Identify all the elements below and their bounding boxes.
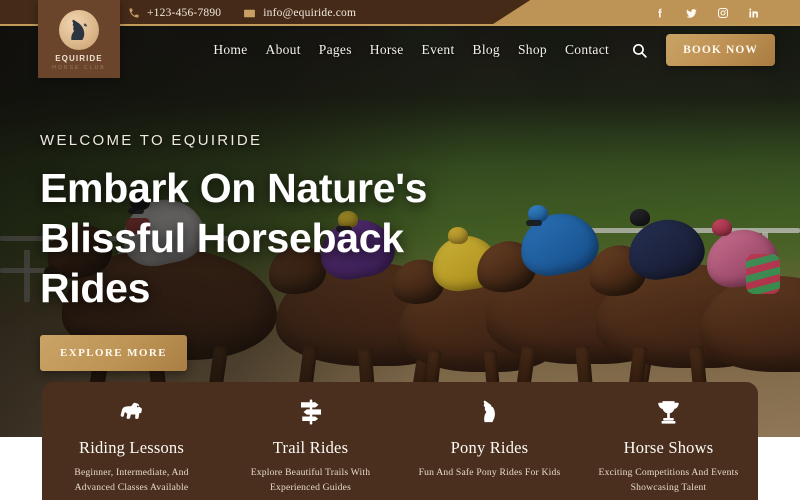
top-contact-bar: +123-456-7890 info@equiride.com bbox=[0, 0, 800, 26]
nav-item-horse[interactable]: Horse bbox=[370, 42, 404, 58]
feature-card-horse-shows[interactable]: Horse Shows Exciting Competitions And Ev… bbox=[579, 396, 758, 500]
feature-description: Fun And Safe Pony Rides For Kids bbox=[418, 467, 561, 478]
nav-item-about[interactable]: About bbox=[266, 42, 301, 58]
instagram-icon[interactable] bbox=[717, 7, 729, 19]
logo-brand-name: EQUIRIDE bbox=[55, 53, 103, 63]
nav-item-event[interactable]: Event bbox=[422, 42, 455, 58]
nav-links-group: Home About Pages Horse Event Blog Shop C… bbox=[213, 42, 609, 58]
nav-item-blog[interactable]: Blog bbox=[473, 42, 500, 58]
feature-card-trail-rides[interactable]: Trail Rides Explore Beautiful Trails Wit… bbox=[221, 396, 400, 500]
horse-head-icon bbox=[59, 9, 99, 50]
contact-info-group: +123-456-7890 info@equiride.com bbox=[128, 0, 356, 26]
hero-headline: Embark On Nature's Blissful Horseback Ri… bbox=[40, 165, 428, 312]
phone-number: +123-456-7890 bbox=[147, 7, 222, 19]
linkedin-icon[interactable] bbox=[748, 7, 760, 19]
phone-icon bbox=[128, 7, 140, 19]
logo-tagline: HORSE CLUB bbox=[52, 64, 106, 71]
nav-item-pages[interactable]: Pages bbox=[319, 42, 352, 58]
feature-card-riding-lessons[interactable]: Riding Lessons Beginner, Intermediate, A… bbox=[42, 396, 221, 500]
site-logo[interactable]: EQUIRIDE HORSE CLUB bbox=[38, 0, 120, 78]
envelope-icon bbox=[243, 7, 256, 20]
nav-item-contact[interactable]: Contact bbox=[565, 42, 609, 58]
search-icon[interactable] bbox=[631, 42, 648, 59]
horse-icon bbox=[116, 396, 148, 428]
book-now-button[interactable]: BOOK NOW bbox=[666, 34, 775, 66]
landing-page: +123-456-7890 info@equiride.com EQUIRIDE… bbox=[0, 0, 800, 500]
signpost-icon bbox=[296, 396, 326, 428]
feature-description: Explore Beautiful Trails With Experience… bbox=[250, 467, 371, 493]
feature-title: Trail Rides bbox=[272, 438, 349, 457]
nav-item-shop[interactable]: Shop bbox=[518, 42, 547, 58]
main-navigation: Home About Pages Horse Event Blog Shop C… bbox=[213, 26, 800, 74]
social-links-group bbox=[490, 0, 800, 26]
feature-title: Riding Lessons bbox=[78, 438, 184, 457]
feature-title: Pony Rides bbox=[450, 438, 529, 457]
explore-more-button[interactable]: EXPLORE MORE bbox=[40, 335, 187, 372]
twitter-icon[interactable] bbox=[685, 7, 698, 20]
feature-description: Exciting Competitions And Events Showcas… bbox=[598, 467, 739, 493]
hero-eyebrow: WELCOME TO EQUIRIDE bbox=[40, 132, 263, 149]
feature-description: Beginner, Intermediate, And Advanced Cla… bbox=[74, 467, 189, 493]
email-address: info@equiride.com bbox=[263, 7, 357, 19]
facebook-icon[interactable] bbox=[654, 7, 666, 19]
feature-cards-panel: Riding Lessons Beginner, Intermediate, A… bbox=[42, 382, 758, 500]
phone-contact[interactable]: +123-456-7890 bbox=[128, 7, 221, 19]
email-contact[interactable]: info@equiride.com bbox=[243, 7, 356, 20]
pony-head-icon bbox=[476, 396, 503, 428]
feature-title: Horse Shows bbox=[623, 438, 714, 457]
nav-item-home[interactable]: Home bbox=[213, 42, 247, 58]
trophy-icon bbox=[654, 396, 683, 428]
feature-card-pony-rides[interactable]: Pony Rides Fun And Safe Pony Rides For K… bbox=[400, 396, 579, 500]
hero-content: WELCOME TO EQUIRIDE Embark On Nature's B… bbox=[40, 132, 510, 372]
